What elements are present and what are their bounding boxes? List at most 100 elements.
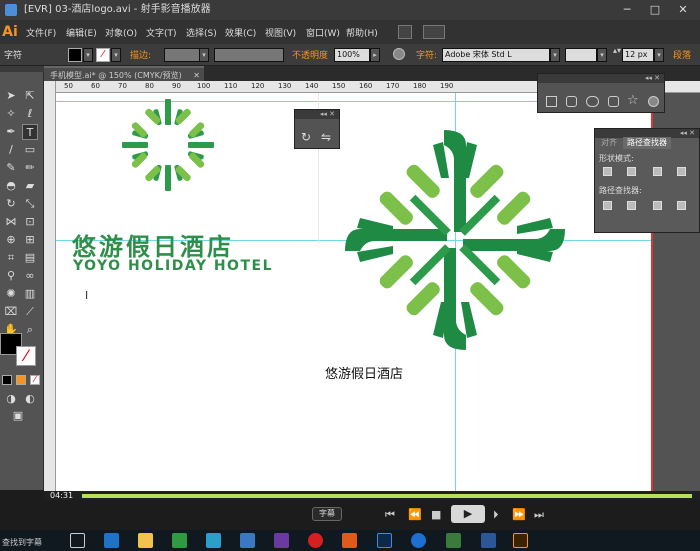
paragraph-label[interactable]: 段落 [673,48,691,61]
flare-shape-icon[interactable] [648,96,659,107]
sogou-icon[interactable] [411,533,426,548]
menu-type[interactable]: 文字(T) [146,26,177,39]
menu-view[interactable]: 视图(V) [265,26,296,39]
taskbar-search-box[interactable]: 查找到字幕 [2,537,42,548]
merge-icon[interactable] [653,201,662,210]
maximize-button[interactable]: □ [642,2,668,18]
font-size-dropdown[interactable]: ▾ [654,48,664,62]
logo-caption-text[interactable]: 悠游假日酒店 [325,363,403,382]
word-icon[interactable] [481,533,496,548]
recolor-icon[interactable] [393,48,405,60]
selection-tool-icon[interactable]: ➤ [3,88,19,104]
mesh-tool-icon[interactable]: ⌗ [3,250,19,266]
symbol-sprayer-tool-icon[interactable]: ✺ [3,286,19,302]
opacity-dropdown[interactable]: ▸ [370,48,380,62]
reflect-icon[interactable]: ⇋ [321,130,331,144]
large-logo-mark[interactable] [345,130,565,350]
font-size-field[interactable]: 12 px [622,48,654,62]
blob-brush-tool-icon[interactable]: ◓ [3,178,19,194]
none-mode-icon[interactable]: ⁄ [30,375,40,385]
font-style-dropdown[interactable]: ▾ [597,48,607,62]
paintbrush-tool-icon[interactable]: ✎ [3,160,19,176]
pencil-tool-icon[interactable]: ✏ [22,160,38,176]
unite-icon[interactable] [603,167,612,176]
record-icon[interactable] [274,533,289,548]
stroke-label[interactable]: 描边: [130,48,151,61]
gradient-mode-icon[interactable] [16,375,26,385]
slice-tool-icon[interactable]: ⟋ [22,304,38,320]
shape-builder-tool-icon[interactable]: ⊕ [3,232,19,248]
arrange-documents-icon[interactable] [423,25,445,39]
subtitle-button[interactable]: 字幕 [312,507,342,521]
fast-forward-icon[interactable]: ⏩ [512,508,526,522]
fill-swatch[interactable] [68,48,82,62]
free-transform-tool-icon[interactable]: ⊡ [22,214,38,230]
stop-icon[interactable]: ■ [431,508,441,522]
rectangle-tool-icon[interactable]: ▭ [22,142,38,158]
tab-pathfinder[interactable]: 路径查找器 [623,137,671,149]
stroke-weight-dropdown[interactable]: ▾ [199,48,209,62]
rewind-icon[interactable]: ⏪ [408,508,422,522]
font-family-dropdown[interactable]: ▾ [550,48,560,62]
rotate-icon[interactable]: ↻ [301,130,311,144]
shapes-panel-header[interactable]: ◂◂ ✕ [538,74,664,83]
menu-help[interactable]: 帮助(H) [346,26,378,39]
eraser-tool-icon[interactable]: ▰ [22,178,38,194]
minimize-button[interactable]: ─ [614,2,640,18]
bridge-icon[interactable] [398,25,412,39]
wps-icon[interactable] [342,533,357,548]
font-family-field[interactable]: Adobe 宋体 Std L [442,48,550,62]
stroke-color-box[interactable]: ⁄ [16,346,36,366]
rotate-panel-header[interactable]: ◂◂ ✕ [295,110,339,119]
stroke-weight-field[interactable] [164,48,200,62]
blend-tool-icon[interactable]: ∞ [22,268,38,284]
screen-mode-icon[interactable]: ▣ [10,408,26,424]
width-tool-icon[interactable]: ⋈ [3,214,19,230]
app-red-icon[interactable] [308,533,323,548]
variable-width-field[interactable] [214,48,284,62]
play-button[interactable]: ▶ [451,505,485,523]
trim-icon[interactable] [627,201,636,210]
illustrator-icon[interactable] [513,533,528,548]
store-icon[interactable] [172,533,187,548]
draw-mode-icon[interactable]: ◑ [3,391,19,407]
opacity-field[interactable]: 100% [334,48,370,62]
intersect-icon[interactable] [653,167,662,176]
rectangle-shape-icon[interactable] [546,96,557,107]
stroke-none-swatch[interactable]: ⁄ [96,48,110,62]
sync-icon[interactable] [206,533,221,548]
close-window-button[interactable]: ✕ [670,2,696,18]
menu-edit[interactable]: 编辑(E) [66,26,97,39]
rotate-tool-icon[interactable]: ↻ [3,196,19,212]
scale-tool-icon[interactable]: ⤡ [22,196,38,212]
pen-tool-icon[interactable]: ✒ [3,124,19,140]
exclude-icon[interactable] [677,167,686,176]
tab-align[interactable]: 对齐 [597,137,621,149]
polygon-shape-icon[interactable] [608,96,619,107]
explorer-icon[interactable] [138,533,153,548]
star-shape-icon[interactable]: ☆ [627,93,639,108]
line-tool-icon[interactable]: / [3,142,19,158]
font-style-field[interactable] [565,48,597,62]
size-stepper[interactable]: ▴▾ [612,47,622,61]
column-graph-tool-icon[interactable]: ▥ [22,286,38,302]
fill-dropdown[interactable]: ▾ [83,48,93,62]
opacity-label[interactable]: 不透明度 [292,48,328,61]
color-mode-icon[interactable] [2,375,12,385]
frame-step-icon[interactable]: ⏵ [493,508,499,522]
character-label[interactable]: 字符: [416,48,437,61]
rounded-rectangle-shape-icon[interactable] [566,96,577,107]
magic-wand-tool-icon[interactable]: ✧ [3,106,19,122]
lasso-tool-icon[interactable]: ℓ [22,106,38,122]
divide-icon[interactable] [603,201,612,210]
ellipse-shape-icon[interactable] [586,96,599,107]
menu-file[interactable]: 文件(F) [26,26,56,39]
mail-icon[interactable] [240,533,255,548]
menu-effect[interactable]: 效果(C) [225,26,256,39]
previous-file-icon[interactable]: ⏮ [385,508,395,522]
minus-front-icon[interactable] [627,167,636,176]
gradient-tool-icon[interactable]: ▤ [22,250,38,266]
edge-icon[interactable] [104,533,119,548]
crop-icon[interactable] [677,201,686,210]
eyedropper-tool-icon[interactable]: ⚲ [3,268,19,284]
